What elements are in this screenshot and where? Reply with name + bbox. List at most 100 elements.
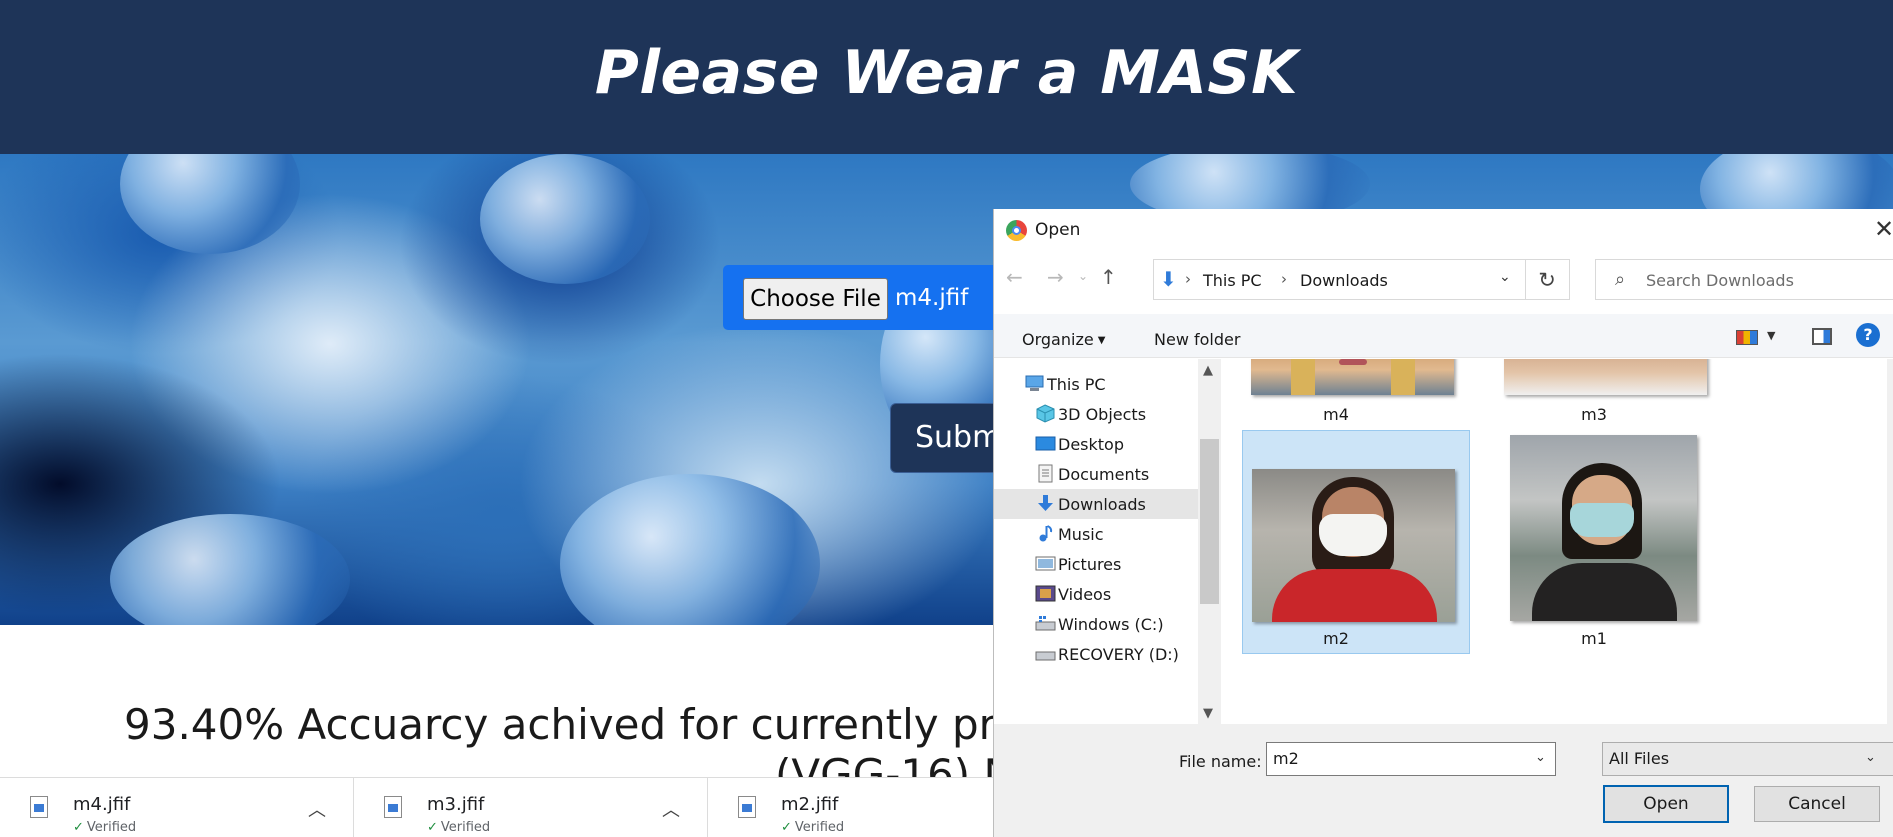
tree-item-label: Pictures: [1058, 555, 1122, 574]
music-icon: [1039, 525, 1053, 542]
navigation-pane: This PC 3D Objects Desktop Documents Dow…: [994, 359, 1198, 724]
search-input[interactable]: [1646, 267, 1886, 293]
file-list: m4 m3 m2 m1: [1221, 359, 1893, 724]
hair-shape: [1391, 359, 1415, 395]
virus-graphic: [110, 514, 350, 625]
tree-item-label: RECOVERY (D:): [1058, 645, 1179, 664]
refresh-icon[interactable]: ↻: [1525, 259, 1570, 300]
tree-item-recovery-d[interactable]: RECOVERY (D:): [994, 639, 1198, 669]
tree-item-desktop[interactable]: Desktop: [994, 429, 1198, 459]
organize-label: Organize: [1022, 330, 1094, 349]
tree-item-music[interactable]: Music: [994, 519, 1198, 549]
tree-item-pictures[interactable]: Pictures: [994, 549, 1198, 579]
caret-down-icon: ▼: [1097, 335, 1106, 346]
organize-button[interactable]: Organize ▼: [1022, 330, 1105, 349]
tree-item-videos[interactable]: Videos: [994, 579, 1198, 609]
file-name-label: m4: [1323, 405, 1349, 424]
chosen-file-name: m4.jfif: [895, 285, 969, 311]
scroll-up-icon[interactable]: ▲: [1203, 363, 1213, 378]
new-folder-button[interactable]: New folder: [1154, 330, 1240, 349]
download-status: ✓ Verified: [427, 820, 490, 835]
change-view-icon[interactable]: [1736, 330, 1758, 345]
file-name-label-text: File name:: [1179, 752, 1262, 771]
downloads-icon: [1038, 495, 1053, 511]
drive-icon: [1035, 651, 1056, 661]
choose-file-button[interactable]: Choose File: [743, 278, 888, 320]
tree-item-label: Desktop: [1058, 435, 1124, 454]
dialog-title-bar: Open ✕: [994, 209, 1893, 253]
pictures-icon: [1035, 556, 1056, 571]
breadcrumb-this-pc[interactable]: This PC: [1203, 271, 1262, 290]
browser-app-icon: [1006, 220, 1027, 241]
chevron-up-icon[interactable]: ︿: [662, 796, 680, 822]
forward-arrow-icon[interactable]: →: [1047, 265, 1064, 289]
desktop-icon: [1035, 436, 1056, 451]
file-thumbnail: [1251, 359, 1454, 395]
download-status-text: Verified: [86, 820, 137, 835]
hair-shape: [1291, 359, 1315, 395]
check-icon: ✓: [781, 820, 792, 835]
chevron-down-icon[interactable]: ⌄: [1535, 750, 1546, 765]
open-file-dialog: Open ✕ ← → ⌄ ↑ ⬇ › This PC › Downloads ⌄…: [993, 209, 1893, 837]
tree-item-this-pc[interactable]: This PC: [994, 369, 1198, 399]
tree-item-windows-c[interactable]: Windows (C:): [994, 609, 1198, 639]
open-button[interactable]: Open: [1603, 785, 1729, 823]
breadcrumb-downloads[interactable]: Downloads: [1300, 271, 1388, 290]
chevron-down-icon[interactable]: ⌄: [1865, 750, 1876, 765]
file-type-select[interactable]: All Files: [1602, 742, 1893, 776]
file-name-label: m2: [1323, 629, 1349, 648]
page-title: Please Wear a MASK: [594, 38, 1299, 108]
file-thumbnail: [1252, 469, 1455, 622]
file-name-input[interactable]: m2: [1266, 742, 1556, 776]
close-icon[interactable]: ✕: [1874, 215, 1893, 243]
image-file-icon: [384, 796, 402, 818]
help-icon[interactable]: ?: [1856, 323, 1880, 347]
download-item[interactable]: m3.jfif ✓ Verified ︿: [354, 778, 708, 837]
file-thumbnail: [1510, 435, 1697, 621]
tree-item-documents[interactable]: Documents: [994, 459, 1198, 489]
this-pc-icon: [1025, 375, 1044, 391]
recent-locations-icon[interactable]: ⌄: [1078, 269, 1088, 283]
chevron-right-icon[interactable]: ›: [1185, 270, 1191, 288]
tree-item-label: Documents: [1058, 465, 1150, 484]
download-file-name: m2.jfif: [781, 794, 839, 815]
up-arrow-icon[interactable]: ↑: [1100, 265, 1117, 289]
scrollbar-thumb[interactable]: [1200, 439, 1219, 604]
preview-pane-icon[interactable]: [1812, 328, 1832, 345]
chevron-right-icon[interactable]: ›: [1281, 270, 1287, 288]
tree-item-label: Music: [1058, 525, 1104, 544]
chevron-up-icon[interactable]: ︿: [308, 796, 326, 822]
tree-item-label: Downloads: [1058, 495, 1146, 514]
navigation-scrollbar[interactable]: ▲ ▼: [1198, 359, 1221, 724]
file-name-label: m3: [1581, 405, 1607, 424]
tree-item-label: 3D Objects: [1058, 405, 1147, 424]
caret-down-icon[interactable]: ▼: [1767, 329, 1775, 342]
check-icon: ✓: [427, 820, 438, 835]
virus-graphic: [120, 154, 300, 254]
download-file-name: m4.jfif: [73, 794, 131, 815]
chevron-down-icon[interactable]: ⌄: [1499, 269, 1511, 285]
clothing-shape: [1272, 569, 1437, 622]
download-file-name: m3.jfif: [427, 794, 485, 815]
scroll-down-icon[interactable]: ▼: [1203, 706, 1213, 721]
dialog-title: Open: [1035, 220, 1081, 240]
back-arrow-icon[interactable]: ←: [1006, 265, 1023, 289]
search-icon: ⌕: [1615, 269, 1626, 290]
videos-icon: [1035, 585, 1056, 602]
mouth-shape: [1339, 359, 1367, 365]
tree-item-3d-objects[interactable]: 3D Objects: [994, 399, 1198, 429]
3d-objects-icon: [1036, 404, 1055, 423]
cancel-button[interactable]: Cancel: [1754, 786, 1880, 822]
file-name-label: m1: [1581, 629, 1607, 648]
tree-item-label: Videos: [1058, 585, 1112, 604]
mask-shape: [1319, 514, 1387, 556]
download-status-text: Verified: [794, 820, 845, 835]
virus-graphic: [560, 474, 820, 625]
mask-shape: [1570, 503, 1634, 537]
file-list-scrollbar[interactable]: [1887, 359, 1893, 724]
page-header: Please Wear a MASK: [0, 0, 1893, 154]
file-thumbnail: [1504, 359, 1707, 395]
command-bar: [994, 314, 1893, 358]
download-item[interactable]: m4.jfif ✓ Verified ︿: [0, 778, 354, 837]
tree-item-downloads[interactable]: Downloads: [994, 489, 1198, 519]
